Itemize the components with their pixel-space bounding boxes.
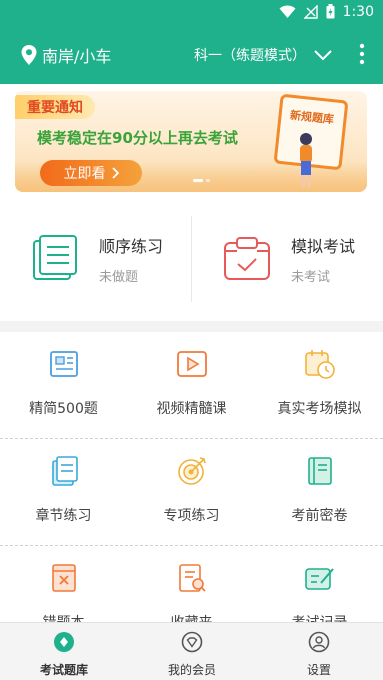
- status-icons: [279, 4, 335, 19]
- tab-label: 设置: [306, 663, 331, 677]
- feature-label: 真实考场模拟: [277, 401, 362, 417]
- exam-calendar-icon: [224, 237, 270, 280]
- document-stack-icon: [51, 456, 78, 486]
- feature-row: 精简500题 视频精髓课 真实考场模拟: [0, 332, 383, 439]
- sequential-practice-card[interactable]: 顺序练习 未做题: [32, 216, 163, 302]
- mode-selector[interactable]: 科一（练题模式）: [194, 45, 332, 65]
- practice-divider: [191, 216, 192, 302]
- feature-label: 章节练习: [35, 508, 92, 524]
- feature-label: 专项练习: [163, 508, 220, 524]
- chevron-right-icon: [111, 167, 119, 179]
- signal-icon: [304, 4, 318, 19]
- bottom-tab-bar: 考试题库 我的会员 设置: [0, 622, 383, 680]
- feature-label: 视频精髓课: [156, 401, 227, 417]
- status-bar: 1:30: [0, 0, 383, 26]
- book-icon: [307, 457, 332, 485]
- tab-my-membership[interactable]: 我的会员: [128, 623, 256, 680]
- question-bank-icon: [54, 632, 74, 652]
- tab-label: 考试题库: [39, 663, 88, 677]
- tab-label: 我的会员: [167, 663, 216, 677]
- list-pages-icon: [33, 235, 77, 280]
- location-pin-icon: [21, 45, 37, 65]
- feature-label: 精简500题: [29, 401, 98, 417]
- feature-item-real-exam-sim[interactable]: 真实考场模拟: [256, 332, 383, 439]
- tab-question-bank[interactable]: 考试题库: [0, 623, 128, 680]
- practice-status: 未做题: [99, 270, 139, 285]
- battery-icon: [326, 4, 335, 19]
- section-separator: [0, 321, 383, 332]
- person-illustration: [300, 133, 312, 187]
- notice-banner[interactable]: 重要通知 模考稳定在90分以上再去考试 立即看 新规题库: [15, 91, 367, 192]
- feature-label: 考前密卷: [291, 508, 348, 524]
- feature-row: 章节练习 专项练习 考前密卷: [0, 439, 383, 546]
- favorites-search-icon: [178, 564, 206, 592]
- settings-user-icon: [308, 631, 330, 653]
- mode-text: 科一（练题模式）: [194, 48, 306, 64]
- feature-item-pre-exam-papers[interactable]: 考前密卷: [256, 439, 383, 546]
- member-icon: [181, 631, 203, 653]
- chevron-down-icon: [314, 49, 332, 60]
- mock-exam-card[interactable]: 模拟考试 未考试: [223, 216, 355, 302]
- tab-settings[interactable]: 设置: [255, 623, 383, 680]
- app-bar: 南岸/小车 科一（练题模式）: [0, 26, 383, 84]
- video-play-icon: [176, 351, 207, 377]
- pager-dot-active: [193, 179, 203, 182]
- edit-record-icon: [304, 568, 334, 590]
- wrong-questions-icon: [51, 564, 76, 592]
- practice-title: 模拟考试: [291, 237, 356, 256]
- calendar-clock-icon: [304, 350, 335, 379]
- banner-headline: 模考稳定在90分以上再去考试: [37, 129, 238, 147]
- practice-status: 未考试: [291, 270, 331, 285]
- newspaper-icon: [49, 351, 78, 377]
- location-selector[interactable]: 南岸/小车: [20, 43, 111, 67]
- practice-title: 顺序练习: [99, 237, 164, 256]
- more-vert-icon[interactable]: [359, 43, 365, 65]
- feature-item-simplified-500[interactable]: 精简500题: [0, 332, 127, 439]
- banner-view-label: 立即看: [63, 166, 106, 182]
- location-text: 南岸/小车: [42, 47, 112, 66]
- feature-item-chapter-practice[interactable]: 章节练习: [0, 439, 127, 546]
- status-time: 1:30: [342, 4, 374, 20]
- feature-item-video-course[interactable]: 视频精髓课: [128, 332, 255, 439]
- banner-pager: [193, 179, 210, 182]
- pager-dot: [206, 179, 210, 182]
- banner-view-button[interactable]: 立即看: [40, 160, 142, 186]
- practice-section: 顺序练习 未做题 模拟考试 未考试: [0, 202, 383, 320]
- wifi-icon: [279, 5, 296, 18]
- feature-item-special-practice[interactable]: 专项练习: [128, 439, 255, 546]
- banner-tag: 重要通知: [15, 95, 95, 119]
- target-icon: [177, 457, 206, 485]
